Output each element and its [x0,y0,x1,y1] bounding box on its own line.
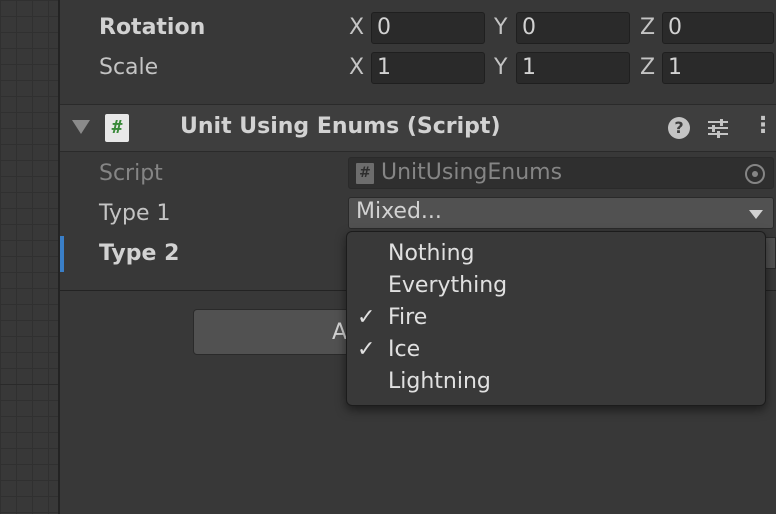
component-header[interactable]: # Unit Using Enums (Script) ? ⋮ [60,104,776,152]
menu-item-label: Ice [388,337,421,362]
add-component-label: A [332,320,348,345]
scale-label: Scale [99,55,159,80]
menu-item-label: Fire [388,305,428,330]
sliders-icon[interactable] [706,117,730,139]
scale-y-field[interactable]: 1 [516,52,630,84]
rotation-z-field[interactable]: 0 [662,12,774,44]
selected-row-marker [60,236,64,272]
scale-y-axis-label[interactable]: Y [494,55,507,80]
type2-label: Type 2 [99,241,180,266]
dropdown-arrow-icon [749,210,763,219]
menu-item-fire[interactable]: ✓ Fire [347,303,765,335]
script-hash-icon: # [105,114,129,142]
menu-item-label: Nothing [388,241,475,266]
script-object-field[interactable]: # UnitUsingEnums [348,157,774,189]
rotation-y-field[interactable]: 0 [516,12,630,44]
type1-enum-dropdown[interactable]: Mixed... [348,197,774,229]
rotation-z-axis-label[interactable]: Z [640,15,655,40]
enum-flags-popup-menu: Nothing Everything ✓ Fire ✓ Ice Lightning [346,231,766,406]
foldout-arrow-icon[interactable] [72,120,90,134]
menu-item-ice[interactable]: ✓ Ice [347,335,765,367]
type1-label: Type 1 [99,201,171,226]
scale-z-axis-label[interactable]: Z [640,55,655,80]
scale-z-field[interactable]: 1 [662,52,774,84]
script-label: Script [99,161,163,186]
rotation-x-field[interactable]: 0 [371,12,485,44]
kebab-menu-icon[interactable]: ⋮ [752,113,774,138]
checkmark-icon: ✓ [357,305,376,330]
menu-item-everything[interactable]: Everything [347,271,765,303]
script-file-icon: # [356,163,374,184]
menu-item-label: Lightning [388,369,491,394]
component-title: Unit Using Enums (Script) [180,114,501,139]
menu-item-lightning[interactable]: Lightning [347,367,765,399]
rotation-x-axis-label[interactable]: X [349,15,364,40]
menu-item-label: Everything [388,273,508,298]
scale-x-field[interactable]: 1 [371,52,485,84]
scene-hierarchy-panel [0,0,58,514]
rotation-y-axis-label[interactable]: Y [494,15,507,40]
script-object-value: UnitUsingEnums [381,160,563,185]
menu-item-nothing[interactable]: Nothing [347,239,765,271]
help-icon[interactable]: ? [668,117,690,139]
checkmark-icon: ✓ [357,337,376,362]
scale-x-axis-label[interactable]: X [349,55,364,80]
type1-dropdown-value: Mixed... [356,199,442,224]
object-picker-icon[interactable] [745,164,765,184]
rotation-label: Rotation [99,15,206,40]
panel-divider [0,384,58,385]
